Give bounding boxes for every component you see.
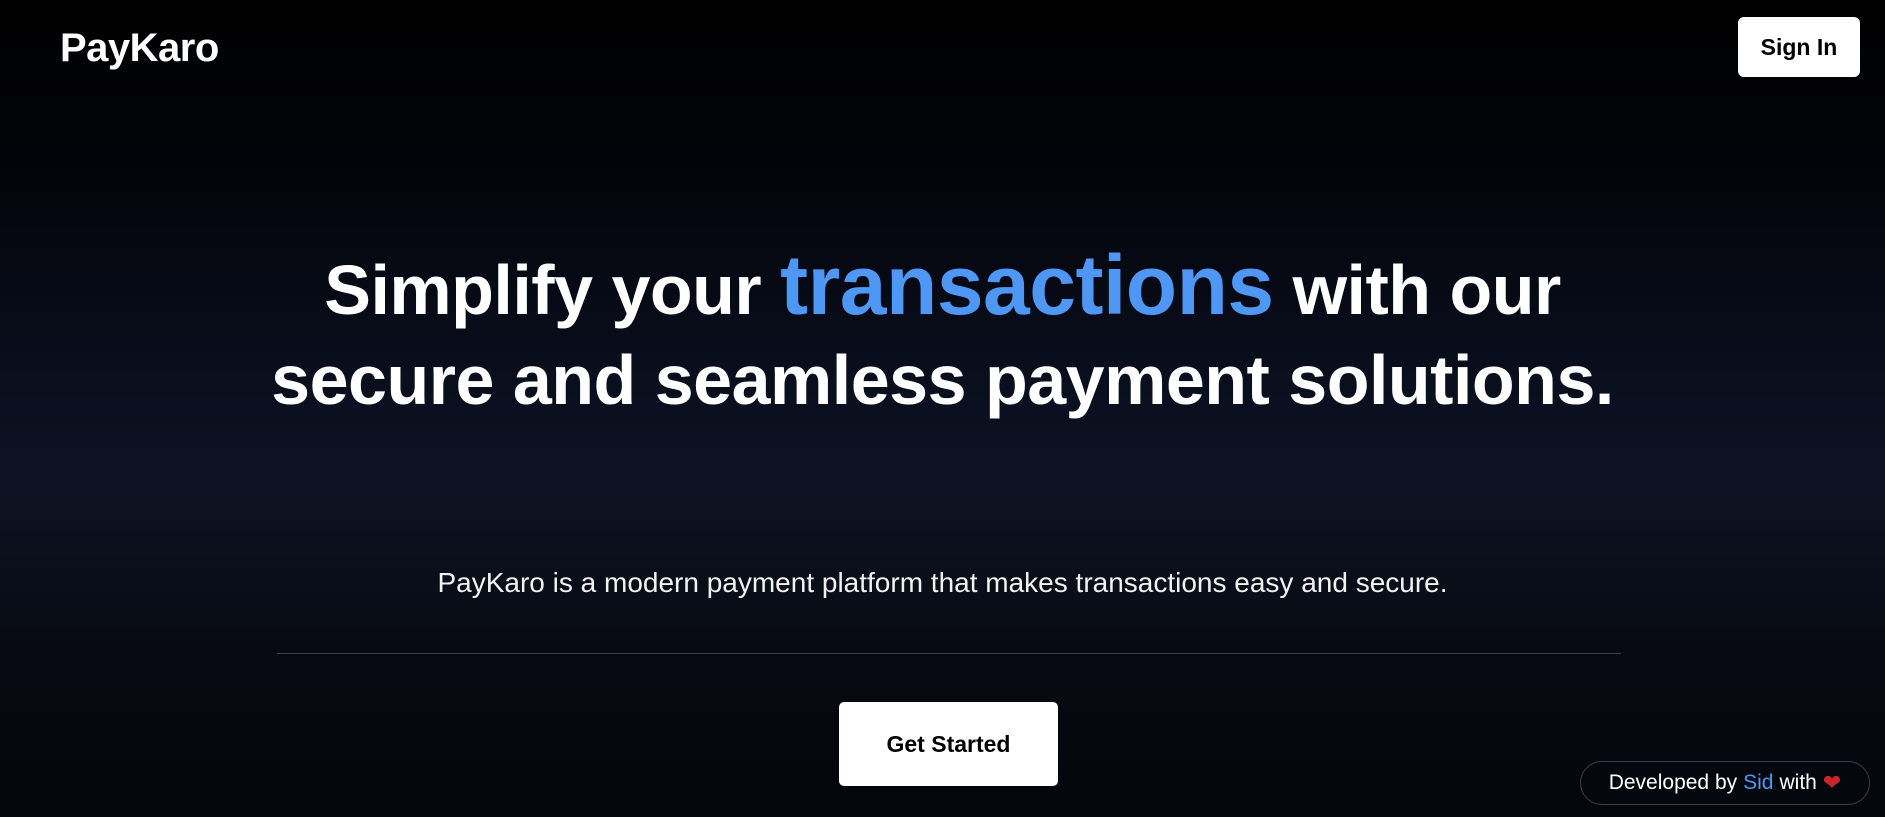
sign-in-button[interactable]: Sign In [1738,17,1860,77]
badge-prefix: Developed by [1608,771,1738,794]
hero-headline: Simplify your transactions with our secu… [243,240,1643,425]
hero-subtitle: PayKaro is a modern payment platform tha… [437,567,1448,598]
headline-accent: transactions [780,238,1274,332]
get-started-button[interactable]: Get Started [839,702,1058,786]
author-link[interactable]: Sid [1743,771,1773,795]
navbar: PayKaro Sign In [0,0,1885,100]
developer-badge: Developed by Sid with ❤ [1580,761,1870,805]
hero-section: Simplify your transactions with our secu… [0,240,1885,425]
brand-logo[interactable]: PayKaro [60,26,219,71]
divider [277,653,1621,654]
heart-icon: ❤ [1822,770,1842,795]
badge-suffix: with [1779,771,1817,794]
headline-text-start: Simplify your [324,251,781,329]
